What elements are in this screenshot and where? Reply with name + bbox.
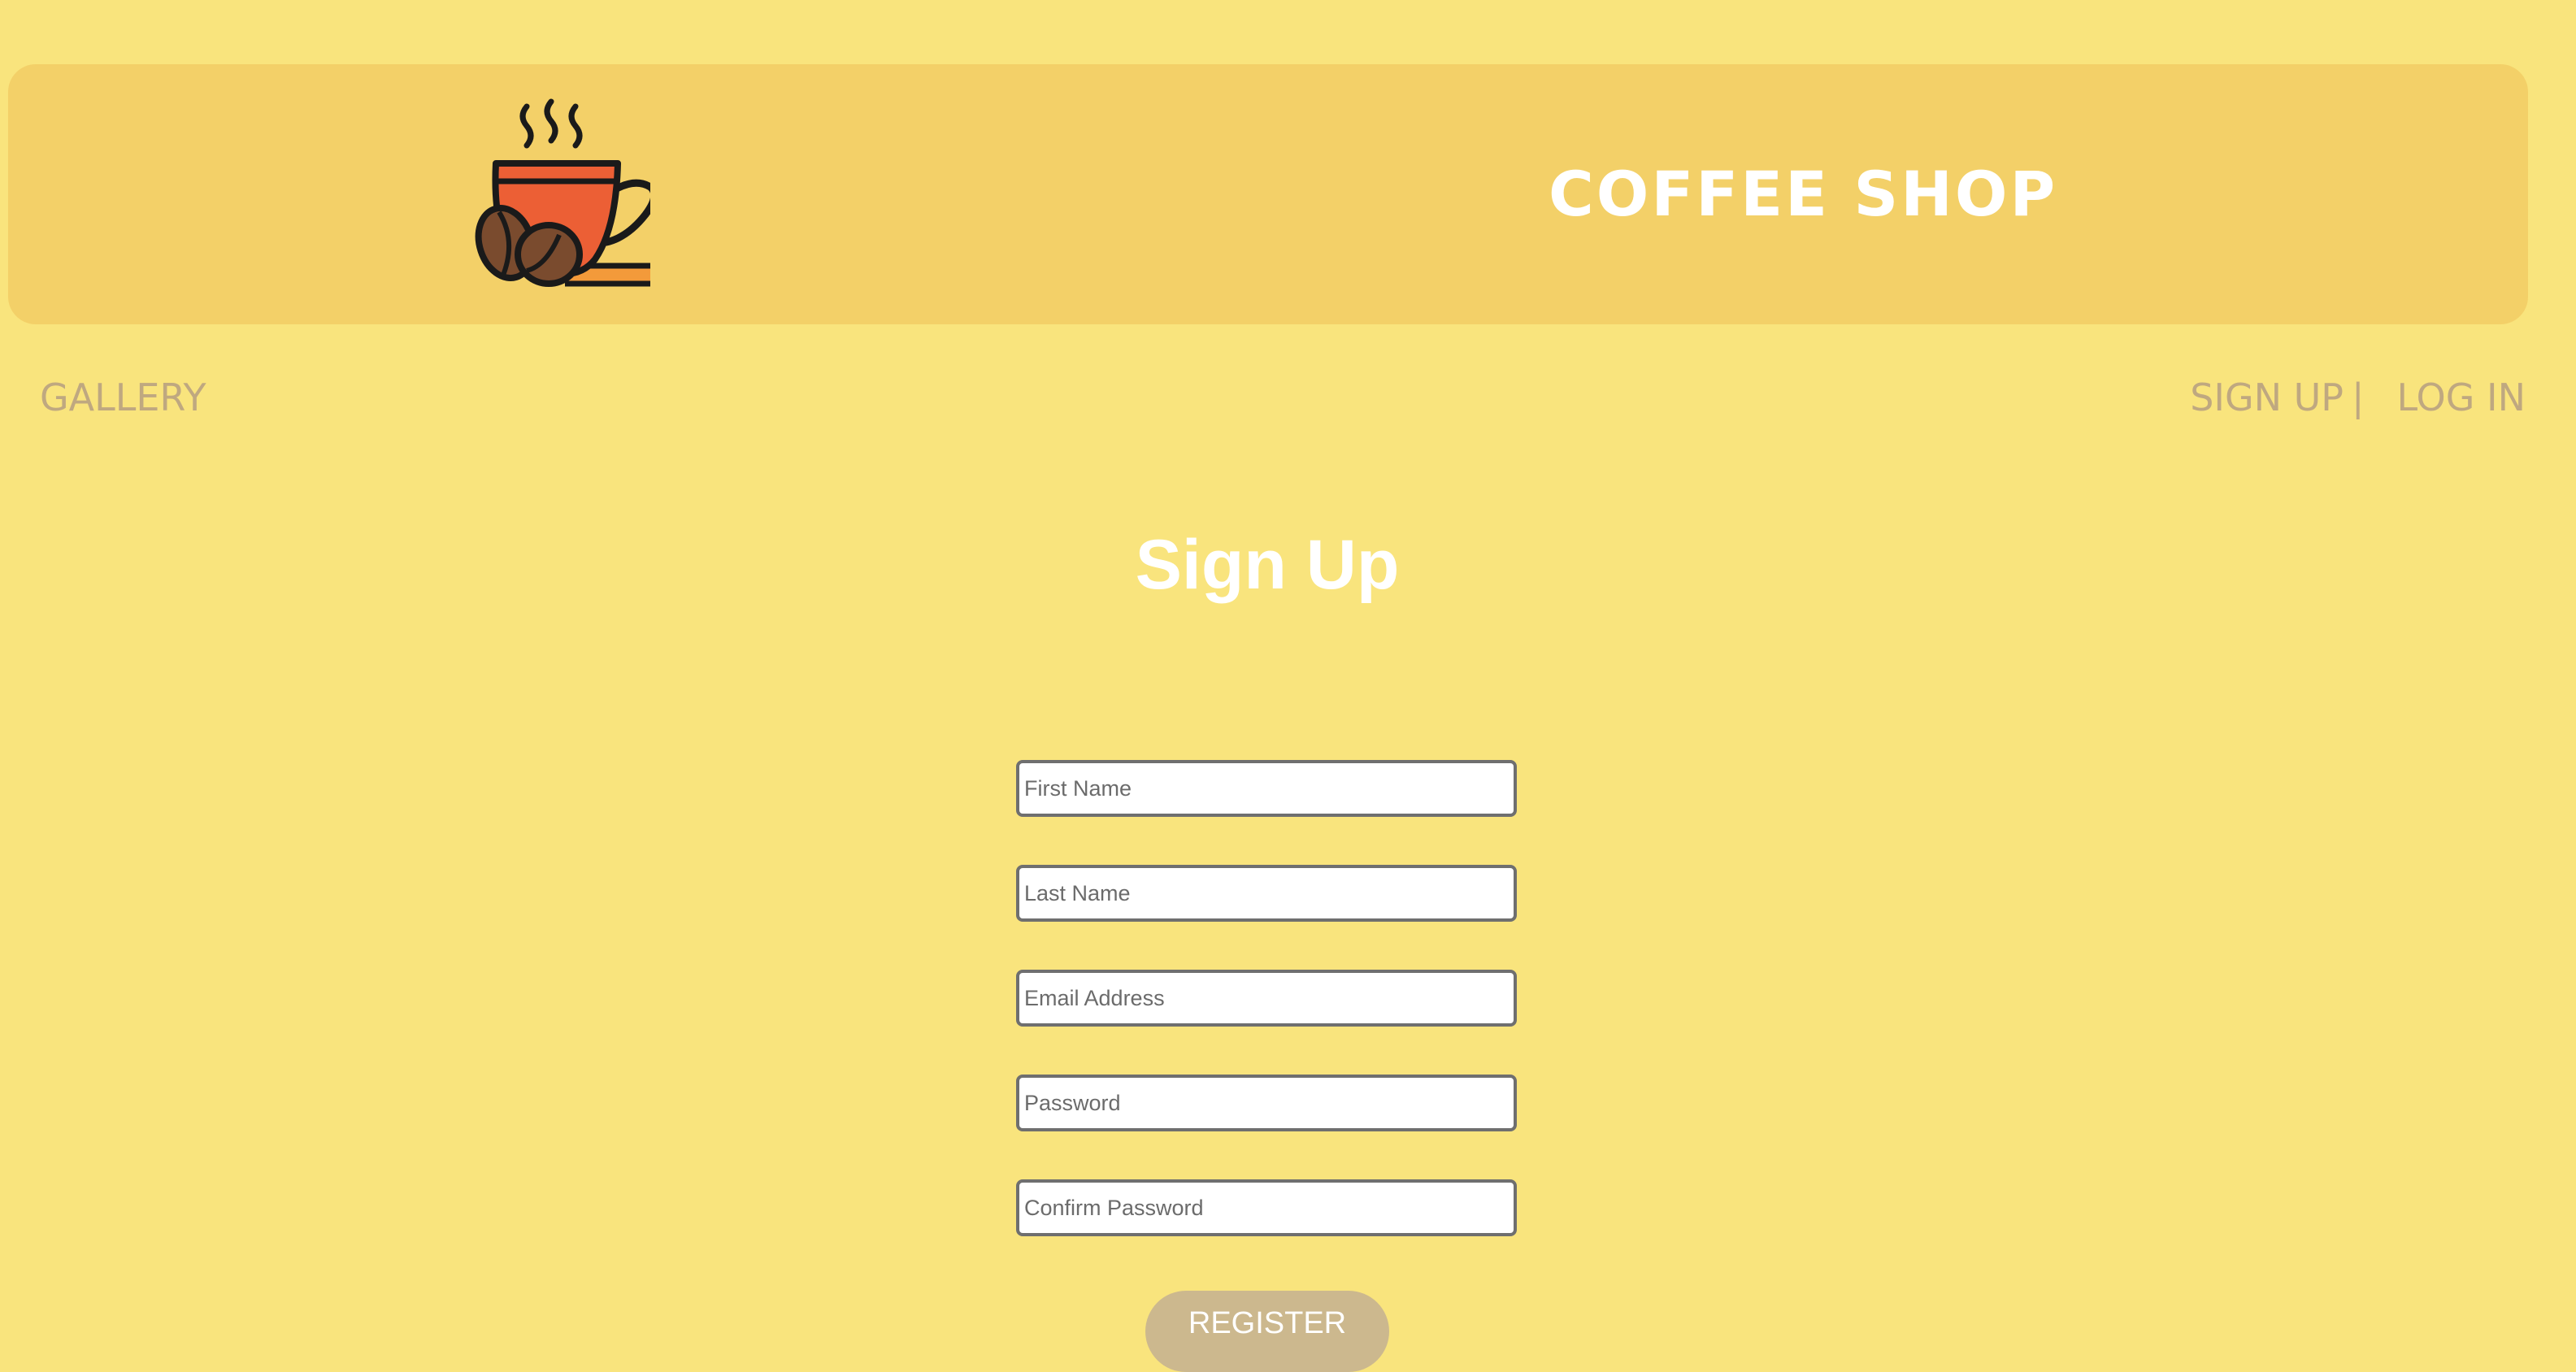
email-input[interactable] — [1016, 970, 1517, 1027]
nav-login-link[interactable]: LOG IN — [2397, 373, 2526, 422]
first-name-input[interactable] — [1016, 760, 1517, 817]
page-title: Sign Up — [1135, 526, 1400, 604]
coffee-cup-logo-icon[interactable] — [463, 82, 677, 310]
last-name-input[interactable] — [1016, 865, 1517, 922]
brand-title: COFFEE SHOP — [1549, 158, 2058, 230]
site-header: COFFEE SHOP — [8, 64, 2528, 324]
password-input[interactable] — [1016, 1075, 1517, 1131]
nav-signup-link[interactable]: SIGN UP — [2190, 373, 2344, 422]
register-button[interactable]: REGISTER — [1145, 1291, 1389, 1372]
nav-separator: | — [2352, 376, 2365, 419]
nav-gallery-link[interactable]: GALLERY — [40, 373, 206, 422]
confirm-password-input[interactable] — [1016, 1179, 1517, 1236]
auth-nav: SIGN UP | LOG IN — [2190, 373, 2526, 422]
